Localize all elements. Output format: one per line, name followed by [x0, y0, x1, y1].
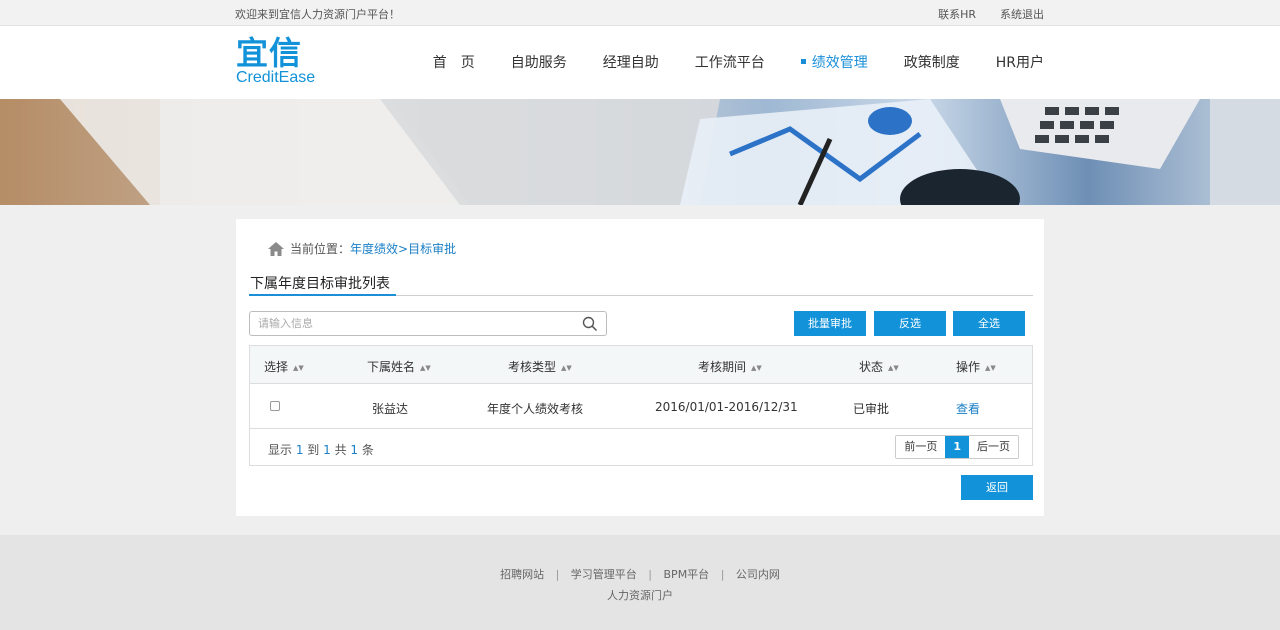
footer-divider: |	[720, 568, 725, 581]
row-checkbox[interactable]	[270, 401, 280, 411]
col-action[interactable]: 操作 ▲▼	[956, 358, 996, 375]
invert-select-button[interactable]: 反选	[874, 311, 946, 336]
banner-image	[0, 99, 1280, 205]
footer-divider: |	[555, 568, 560, 581]
footer-link-learning[interactable]: 学习管理平台	[571, 568, 637, 581]
contact-hr-link[interactable]: 联系HR	[938, 6, 976, 22]
sort-icon: ▲▼	[985, 363, 996, 372]
footer-links: 招聘网站 | 学习管理平台 | BPM平台 | 公司内网	[0, 566, 1280, 582]
page-1-button[interactable]: 1	[945, 436, 969, 458]
table-row: 张益达 年度个人绩效考核 2016/01/01-2016/12/31 已审批 查…	[250, 385, 1032, 429]
welcome-text: 欢迎来到宜信人力资源门户平台！	[235, 8, 400, 21]
section-title: 下属年度目标审批列表	[250, 276, 390, 292]
footer-link-intranet[interactable]: 公司内网	[736, 568, 780, 581]
search-box	[249, 311, 607, 336]
logo[interactable]: 宜信 CreditEase	[236, 36, 316, 88]
footer-subtitle: 人力资源门户	[607, 589, 673, 602]
breadcrumb-annual-performance[interactable]: 年度绩效	[350, 240, 398, 257]
cell-name: 张益达	[372, 402, 409, 416]
nav-item-performance[interactable]: 绩效管理	[801, 52, 868, 72]
main-nav: 首 页 自助服务 经理自助 工作流平台 绩效管理 政策制度 HR用户	[397, 52, 1044, 72]
col-type[interactable]: 考核类型 ▲▼	[508, 358, 572, 375]
breadcrumb: 当前位置： 年度绩效 > 目标审批	[268, 240, 456, 257]
search-icon[interactable]	[582, 316, 598, 332]
footer-divider: |	[648, 568, 653, 581]
col-name[interactable]: 下属姓名 ▲▼	[367, 358, 431, 375]
batch-approve-button[interactable]: 批量审批	[794, 311, 866, 336]
cell-status: 已审批	[853, 402, 890, 416]
nav-item-policy[interactable]: 政策制度	[904, 52, 960, 72]
logo-cn: 宜信	[236, 34, 303, 72]
nav-item-workflow[interactable]: 工作流平台	[695, 52, 765, 72]
footer-link-bpm[interactable]: BPM平台	[664, 568, 710, 581]
cell-period: 2016/01/01-2016/12/31	[655, 400, 798, 414]
breadcrumb-prefix: 当前位置：	[290, 242, 351, 256]
top-links: 联系HR 系统退出	[938, 6, 1044, 22]
next-page-button[interactable]: 后一页	[969, 436, 1018, 458]
sort-icon: ▲▼	[751, 363, 762, 372]
top-bar: 欢迎来到宜信人力资源门户平台！ 联系HR 系统退出	[0, 0, 1280, 26]
cell-type: 年度个人绩效考核	[487, 402, 584, 416]
back-button[interactable]: 返回	[961, 475, 1033, 500]
sort-icon: ▲▼	[888, 363, 899, 372]
home-icon	[268, 241, 284, 256]
record-count: 显示 1 到 1 共 1 条	[268, 443, 374, 457]
nav-item-self-service[interactable]: 自助服务	[511, 52, 567, 72]
sort-icon: ▲▼	[420, 363, 431, 372]
logo-en: CreditEase	[236, 69, 316, 86]
nav-item-home[interactable]: 首 页	[433, 52, 475, 72]
content-panel: 当前位置： 年度绩效 > 目标审批 下属年度目标审批列表 批量审批 反选 全选 …	[236, 219, 1044, 516]
search-input[interactable]	[250, 312, 570, 335]
pagination: 前一页 1 后一页	[895, 435, 1019, 459]
breadcrumb-target-approval[interactable]: 目标审批	[408, 240, 456, 257]
header: 宜信 CreditEase 首 页 自助服务 经理自助 工作流平台 绩效管理 政…	[0, 26, 1280, 99]
title-divider	[249, 294, 1033, 296]
nav-item-manager-service[interactable]: 经理自助	[603, 52, 659, 72]
sort-icon: ▲▼	[561, 363, 572, 372]
prev-page-button[interactable]: 前一页	[896, 436, 946, 458]
view-link[interactable]: 查看	[956, 400, 980, 417]
col-select[interactable]: 选择 ▲▼	[264, 358, 304, 375]
footer: 招聘网站 | 学习管理平台 | BPM平台 | 公司内网 人力资源门户	[0, 535, 1280, 630]
approval-table: 选择 ▲▼ 下属姓名 ▲▼ 考核类型 ▲▼ 考核期间 ▲▼ 状态 ▲▼ 操作 ▲▼ 张益达 …	[249, 345, 1033, 466]
nav-item-hr-user[interactable]: HR用户	[996, 52, 1044, 72]
col-status[interactable]: 状态 ▲▼	[859, 358, 899, 375]
breadcrumb-separator: >	[398, 241, 409, 256]
sort-icon: ▲▼	[293, 363, 304, 372]
logout-link[interactable]: 系统退出	[1000, 6, 1044, 22]
table-header: 选择 ▲▼ 下属姓名 ▲▼ 考核类型 ▲▼ 考核期间 ▲▼ 状态 ▲▼ 操作 ▲▼	[250, 346, 1032, 384]
select-all-button[interactable]: 全选	[953, 311, 1025, 336]
banner-illustration	[0, 99, 1280, 205]
footer-link-recruit[interactable]: 招聘网站	[500, 568, 544, 581]
col-period[interactable]: 考核期间 ▲▼	[698, 358, 762, 375]
title-accent	[249, 294, 396, 296]
